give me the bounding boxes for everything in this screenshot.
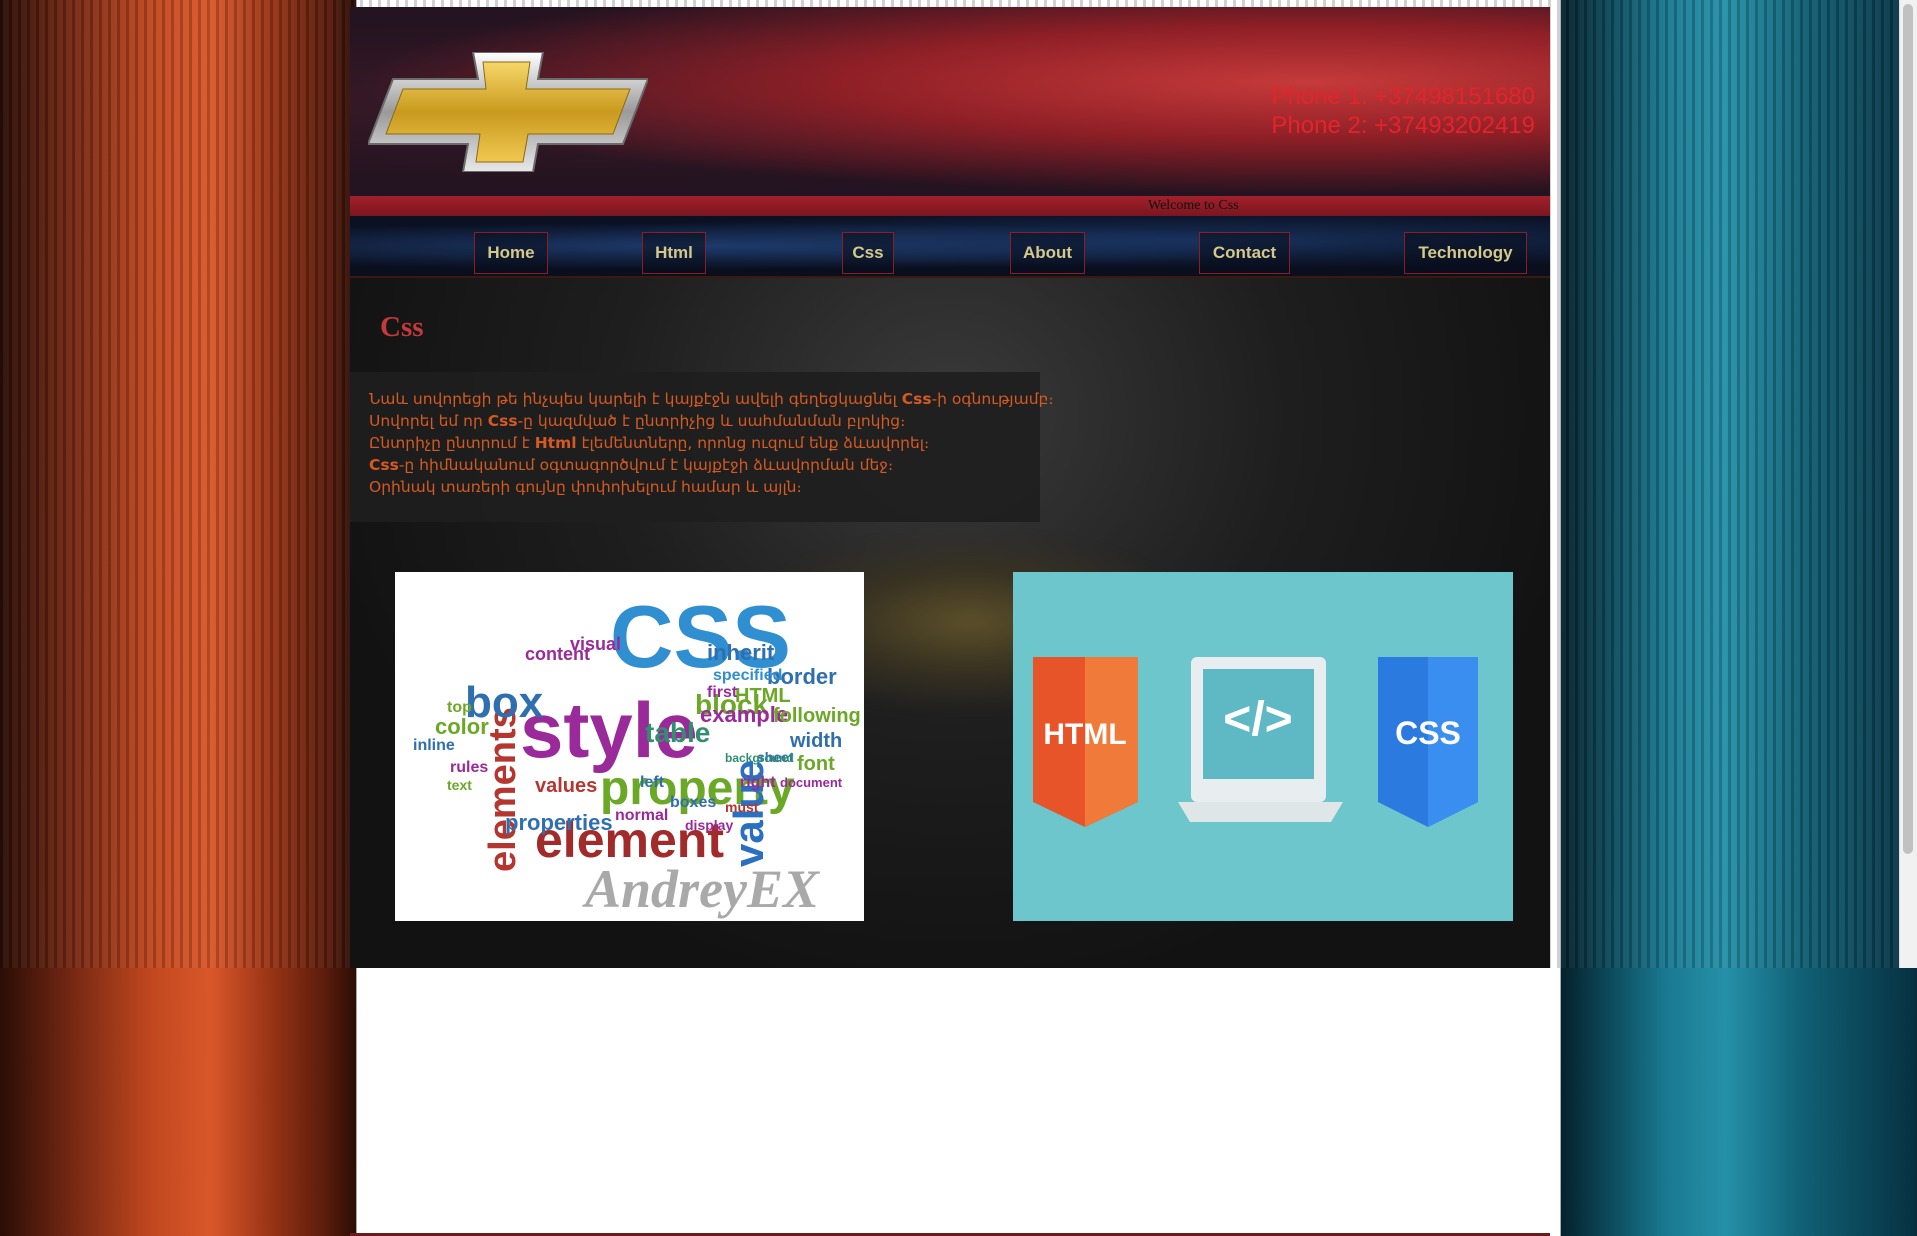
code-symbol-label: </>: [1223, 693, 1292, 746]
css-shield-label: CSS: [1395, 715, 1461, 751]
wordcloud-word: text: [447, 777, 472, 793]
wordcloud-word: following: [773, 705, 861, 727]
wordcloud-word: left: [640, 774, 665, 791]
wordcloud-word: inherit: [707, 640, 775, 665]
wordcloud-word: width: [789, 730, 842, 752]
wordcloud-word: document: [780, 775, 843, 790]
main-navigation: Home Html Css About Contact Technology: [350, 216, 1550, 278]
wordcloud-word: background: [725, 751, 794, 765]
welcome-marquee: Welcome to Css: [350, 196, 1550, 216]
page-title: Css: [380, 311, 424, 343]
description-line: Սովորել եմ որ Css-ը կազմված է ընտրիչից և…: [369, 412, 906, 430]
nav-css[interactable]: Css: [842, 232, 894, 274]
main-content: Css Նաև սովորեցի թե ինչպես կարելի է կայք…: [350, 278, 1550, 1236]
site-header: Phone 1: +37498151680 Phone 2: +37493202…: [350, 7, 1550, 196]
wordcloud-word: inline: [413, 737, 455, 754]
html-shield-label: HTML: [1043, 718, 1126, 751]
vertical-scrollbar[interactable]: [1899, 0, 1917, 968]
wordcloud-word: HTML: [735, 685, 791, 707]
wordcloud-word: properties: [505, 810, 613, 835]
wordcloud-word: boxes: [670, 794, 716, 811]
description-line: Css-ը հիմնականում օգտագործվում է կայքէջի…: [369, 456, 894, 474]
html-css-tech-image: HTML </> CSS: [1013, 572, 1513, 921]
wordcloud-word: must: [725, 799, 759, 815]
watermark-text: AndreyEX: [582, 859, 821, 919]
wordcloud-word: display: [685, 817, 733, 833]
phone-1: Phone 1: +37498151680: [1271, 83, 1535, 110]
description-line: Օրինակ տառերի գույնը փոփոխելում համար և …: [369, 478, 802, 496]
chevrolet-logo-icon[interactable]: [368, 52, 648, 172]
description-line: Ընտրիչը ընտրում է Html էլեմենտները, որոն…: [369, 434, 930, 452]
nav-contact[interactable]: Contact: [1199, 232, 1290, 274]
phone-numbers: Phone 1: +37498151680 Phone 2: +37493202…: [1271, 82, 1535, 140]
css-wordcloud-image: CSS style property element elements box …: [395, 572, 864, 921]
wordcloud-word: first: [707, 684, 738, 701]
welcome-text: Welcome to Css: [1148, 198, 1239, 213]
wordcloud-word: specified: [713, 667, 782, 684]
wordcloud-word: values: [535, 775, 597, 797]
wordcloud-word: rules: [450, 759, 488, 776]
wordcloud-word: top: [447, 699, 472, 716]
wordcloud-graphic: CSS style property element elements box …: [413, 587, 861, 919]
nav-html[interactable]: Html: [642, 232, 706, 274]
wordcloud-word: content: [525, 644, 590, 664]
site-container: Phone 1: +37498151680 Phone 2: +37493202…: [350, 7, 1550, 1236]
scrollbar-thumb[interactable]: [1903, 4, 1913, 854]
phone-2: Phone 2: +37493202419: [1271, 112, 1535, 139]
description-line: Նաև սովորեցի թե ինչպես կարելի է կայքէջն …: [369, 390, 1054, 408]
tech-graphic: HTML </> CSS: [1033, 657, 1478, 827]
wordcloud-word: color: [435, 714, 489, 739]
description-box: Նաև սովորեցի թե ինչպես կարելի է կայքէջն …: [350, 372, 1054, 522]
nav-technology[interactable]: Technology: [1404, 232, 1527, 274]
nav-about[interactable]: About: [1010, 232, 1085, 274]
wordcloud-word: font: [797, 753, 835, 775]
wordcloud-word: right: [740, 774, 776, 791]
nav-home[interactable]: Home: [474, 232, 548, 274]
wordcloud-word: normal: [615, 807, 668, 824]
